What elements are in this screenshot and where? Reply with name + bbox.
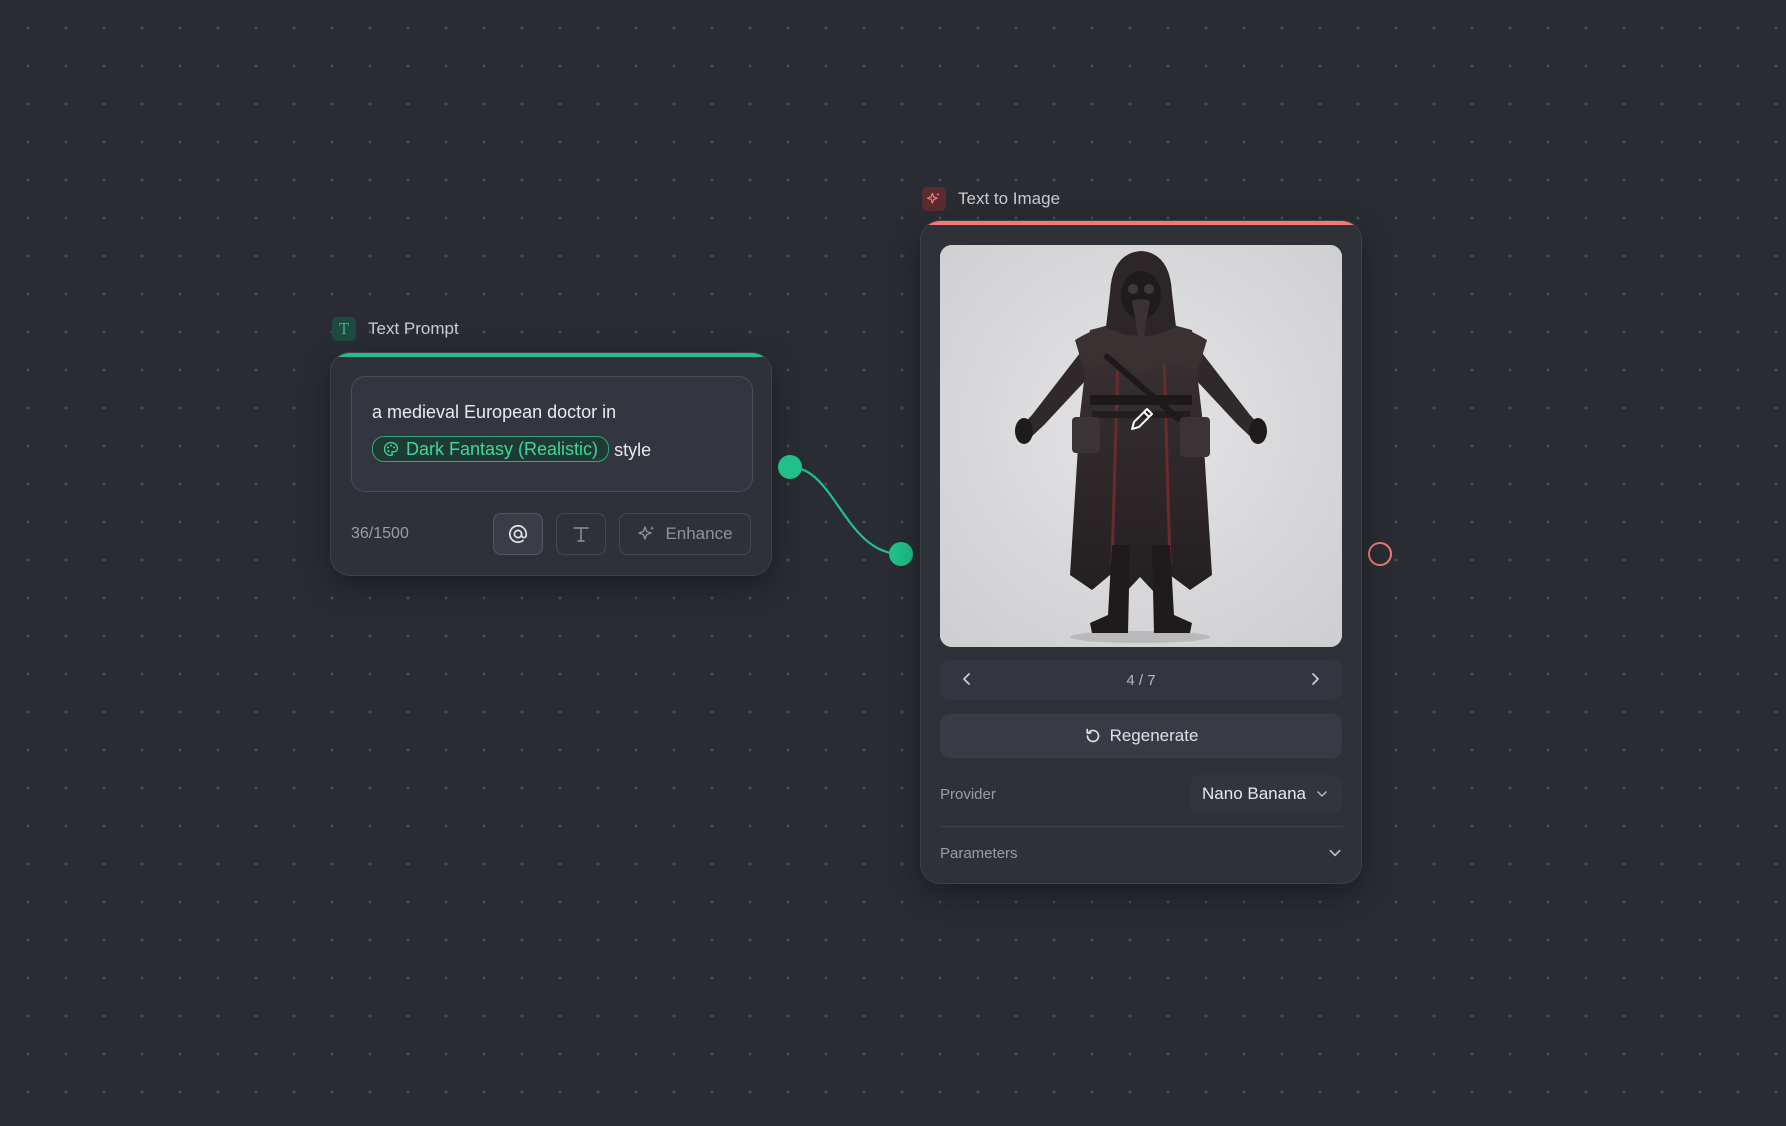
style-chip-label: Dark Fantasy (Realistic)	[406, 439, 599, 460]
image-pager: 4 / 7	[940, 660, 1342, 700]
regenerate-button[interactable]: Regenerate	[940, 714, 1342, 758]
mention-button[interactable]	[493, 513, 543, 555]
palette-icon	[383, 442, 399, 457]
parameters-label: Parameters	[940, 844, 1018, 862]
text-format-button[interactable]	[556, 513, 606, 555]
next-image-button[interactable]	[1308, 670, 1322, 691]
provider-value: Nano Banana	[1202, 784, 1306, 803]
chevron-down-icon	[1317, 791, 1327, 797]
prompt-toolbar: 36/1500 Enhance	[351, 513, 751, 555]
prompt-node-title: Text Prompt	[368, 319, 459, 338]
enhance-button[interactable]: Enhance	[619, 513, 751, 555]
text-to-image-node[interactable]: 4 / 7 Regenerate Provider Nano Banana Pa…	[920, 220, 1362, 884]
provider-select[interactable]: Nano Banana	[1190, 775, 1342, 813]
chevron-right-icon	[1312, 672, 1319, 685]
prompt-text-start: a medieval European doctor in	[372, 402, 617, 422]
divider	[940, 826, 1342, 827]
refresh-icon	[1085, 728, 1099, 743]
parameters-toggle[interactable]: Parameters	[940, 838, 1342, 868]
pager-count: 4 / 7	[1126, 671, 1156, 689]
text-format-icon	[573, 527, 589, 542]
image-node-title: Text to Image	[958, 189, 1061, 208]
character-counter: 36/1500	[351, 525, 409, 542]
chevron-down-icon	[1329, 849, 1341, 857]
image-node-accent-bar	[921, 221, 1361, 225]
sparkles-icon	[638, 526, 655, 540]
regenerate-label: Regenerate	[1109, 726, 1199, 745]
at-sign-icon	[508, 525, 528, 544]
prompt-output-port[interactable]	[778, 455, 802, 479]
plague-doctor-image	[940, 245, 1342, 647]
generated-image[interactable]	[940, 245, 1342, 647]
prompt-node-accent-bar	[331, 353, 771, 357]
prompt-node-header[interactable]: T Text Prompt	[332, 317, 459, 341]
image-input-port[interactable]	[889, 542, 913, 566]
enhance-label: Enhance	[665, 524, 733, 543]
chevron-left-icon	[963, 672, 970, 685]
text-prompt-node[interactable]: a medieval European doctor in Dark Fanta…	[330, 352, 772, 576]
prev-image-button[interactable]	[960, 670, 974, 691]
style-chip[interactable]: Dark Fantasy (Realistic)	[372, 436, 610, 463]
sparkles-icon	[922, 187, 946, 211]
image-output-port[interactable]	[1368, 542, 1392, 566]
image-node-header[interactable]: Text to Image	[922, 187, 1060, 211]
text-t-icon: T	[332, 317, 356, 341]
prompt-text-end: style	[614, 440, 652, 460]
provider-row: Provider Nano Banana	[940, 774, 1342, 814]
prompt-text-input[interactable]: a medieval European doctor in Dark Fanta…	[351, 376, 753, 492]
provider-label: Provider	[940, 785, 996, 803]
